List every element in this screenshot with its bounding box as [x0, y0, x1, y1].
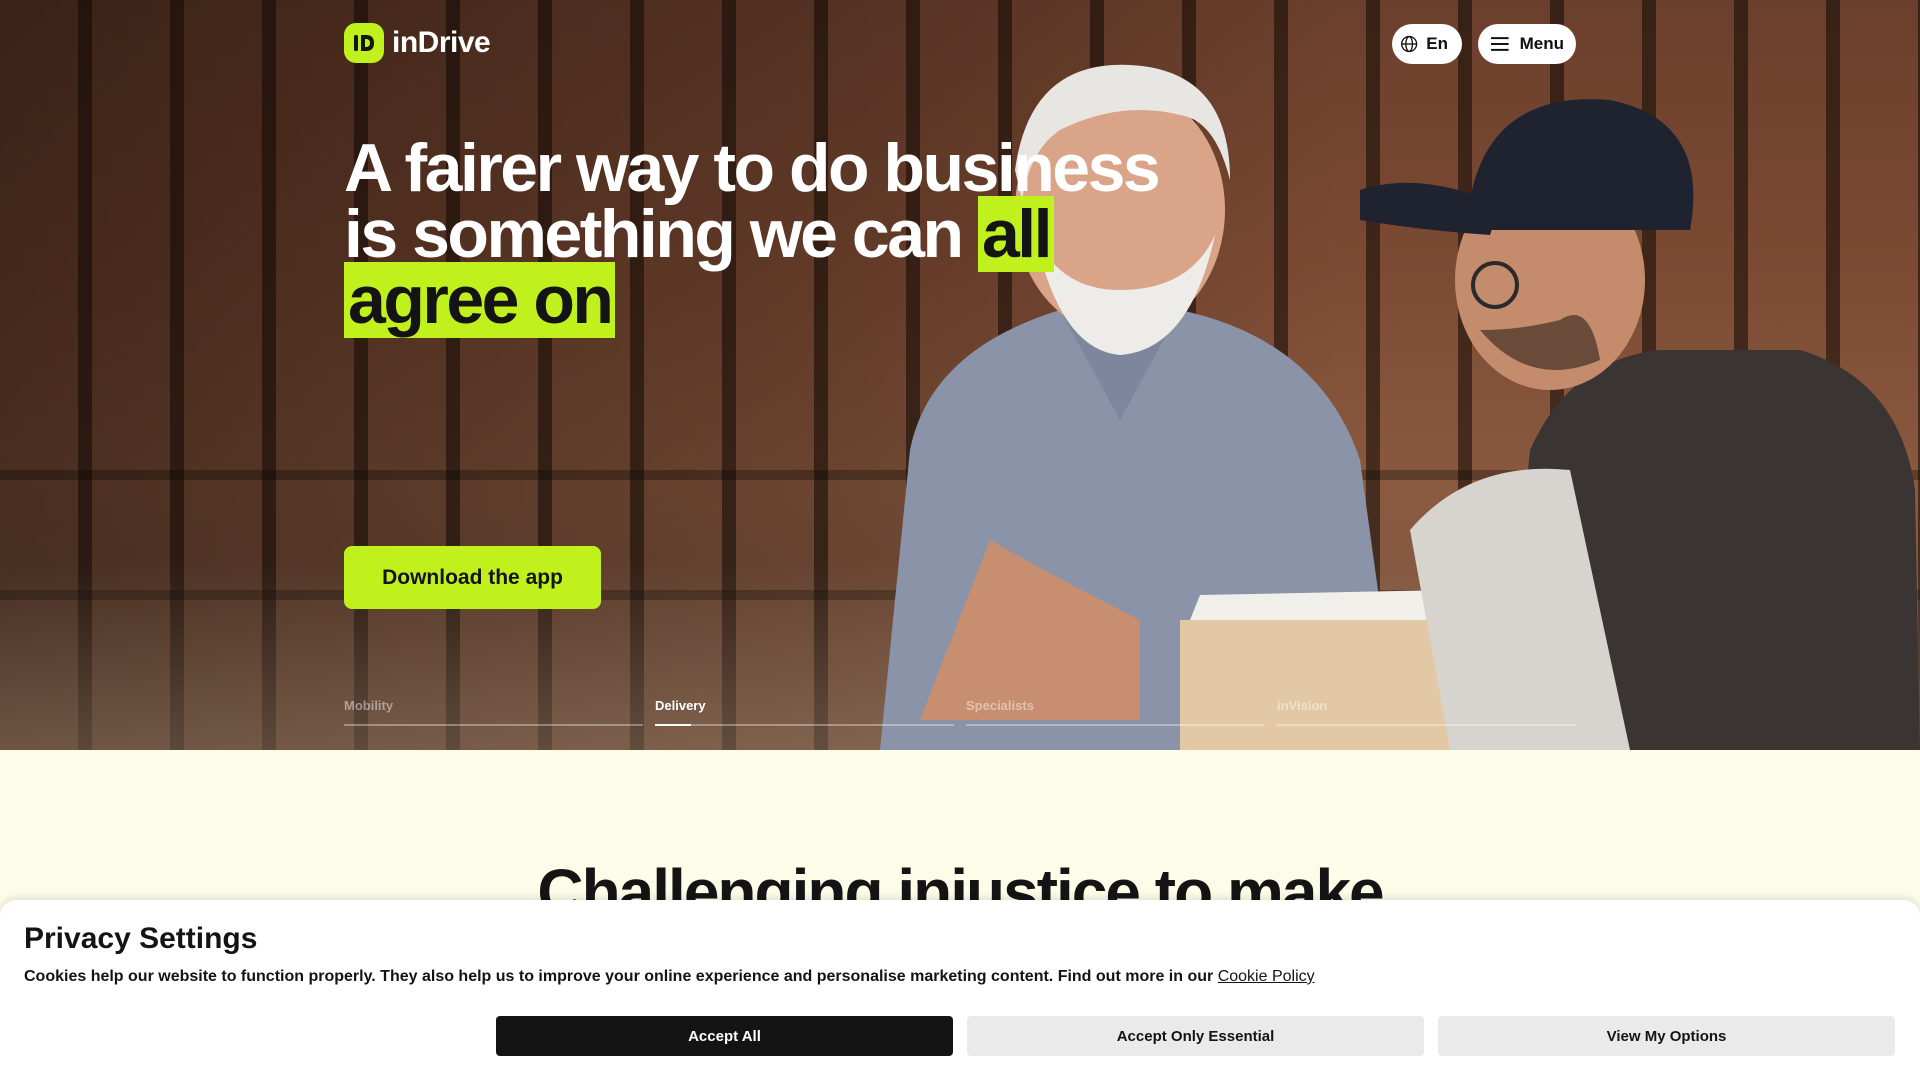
cookie-banner: Privacy Settings Cookies help our websit…: [0, 900, 1920, 1080]
download-app-button[interactable]: Download the app: [344, 546, 601, 609]
menu-button[interactable]: Menu: [1478, 24, 1576, 64]
accept-essential-button[interactable]: Accept Only Essential: [967, 1016, 1424, 1056]
tab-progress-track: [1277, 724, 1576, 726]
tab-delivery[interactable]: Delivery: [655, 698, 954, 728]
cookie-banner-text: Cookies help our website to function pro…: [24, 968, 1315, 986]
service-tabs: Mobility Delivery Specialists inVision: [344, 698, 1576, 728]
cookie-description: Cookies help our website to function pro…: [24, 968, 1214, 985]
hero-photo-courier: [1360, 99, 1920, 750]
headline-highlight: agree on: [344, 262, 616, 338]
tab-invision[interactable]: inVision: [1277, 698, 1576, 728]
language-button[interactable]: En: [1392, 24, 1462, 64]
headline-highlight: all: [977, 196, 1055, 272]
logo[interactable]: inDrive: [344, 22, 491, 64]
tab-label: Specialists: [966, 698, 1034, 713]
cookie-banner-title: Privacy Settings: [24, 922, 258, 955]
tab-progress-fill: [655, 724, 691, 726]
globe-icon: [1400, 35, 1418, 53]
tab-progress-track: [655, 724, 954, 726]
logo-text: inDrive: [392, 26, 491, 59]
tab-label: Mobility: [344, 698, 394, 713]
view-options-button[interactable]: View My Options: [1438, 1016, 1895, 1056]
tab-specialists[interactable]: Specialists: [966, 698, 1265, 728]
tab-progress-track: [966, 724, 1265, 726]
tab-label: Delivery: [655, 698, 706, 713]
hamburger-icon: [1490, 37, 1509, 51]
cookie-policy-link[interactable]: Cookie Policy: [1218, 968, 1315, 985]
tab-mobility[interactable]: Mobility: [344, 698, 643, 728]
menu-label: Menu: [1519, 34, 1564, 53]
hero-headline: A fairer way to do business is something…: [344, 134, 1224, 338]
accept-all-button[interactable]: Accept All: [496, 1016, 953, 1056]
language-label: En: [1426, 34, 1448, 53]
indrive-logo-icon: [344, 23, 384, 63]
tab-progress-track: [344, 724, 643, 726]
tab-label: inVision: [1277, 698, 1328, 713]
hero-section: inDrive En Menu A fairer way to do busin…: [0, 0, 1920, 750]
